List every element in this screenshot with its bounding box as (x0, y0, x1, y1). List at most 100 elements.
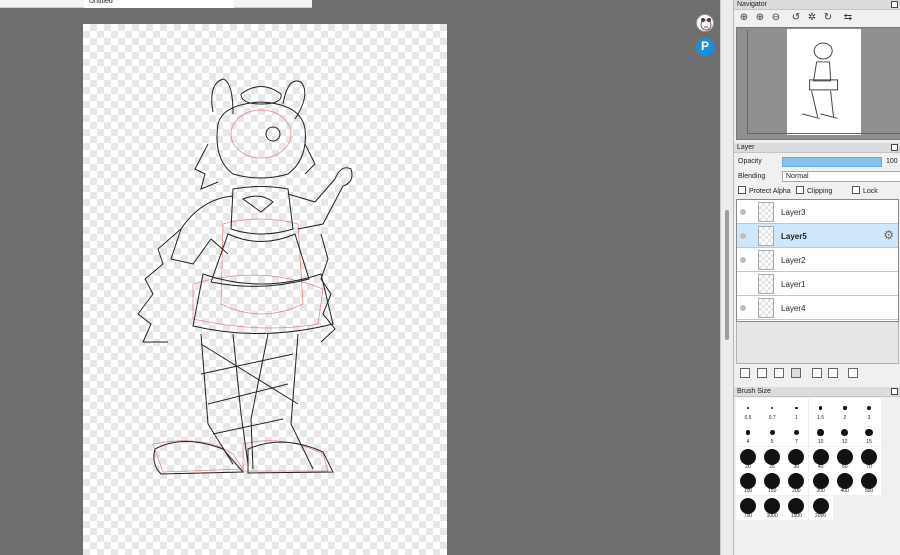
brush-size-cell[interactable]: 25 (760, 446, 785, 471)
brush-size-label: 400 (840, 488, 849, 495)
visibility-icon[interactable] (740, 257, 746, 263)
brush-size-cell[interactable]: 400 (832, 471, 857, 496)
brush-size-cell[interactable]: 15 (857, 422, 881, 447)
rotate-right-icon[interactable]: ↻ (822, 12, 834, 24)
brush-size-label: 1.5 (817, 415, 825, 421)
zoom-in-alt-icon[interactable]: ⊕ (754, 12, 766, 24)
brush-size-cell[interactable]: 4 (736, 422, 760, 447)
brush-size-label: 20 (745, 463, 751, 470)
canvas-workspace[interactable] (0, 8, 720, 555)
checkbox-box[interactable] (796, 186, 804, 194)
brush-size-label: 70 (866, 463, 872, 470)
brush-dot-icon (764, 473, 781, 490)
brush-size-label: 15 (866, 439, 872, 446)
navigator-preview[interactable] (736, 27, 900, 140)
checkbox-box[interactable] (852, 186, 860, 194)
brush-dot-icon (812, 473, 829, 490)
brush-size-cell[interactable]: 12 (832, 422, 857, 447)
layer-row[interactable]: Layer4 (737, 296, 898, 320)
navigator-viewport-frame[interactable] (747, 30, 900, 134)
pixiv-button[interactable]: P (696, 38, 714, 56)
brush-size-cell[interactable]: 1500 (784, 495, 809, 520)
protect-alpha-checkbox[interactable]: Protect Alpha (738, 186, 791, 196)
panel-pin-icon[interactable] (891, 1, 898, 8)
brush-size-cell[interactable]: 40 (808, 446, 833, 471)
brush-size-cell[interactable]: 3 (857, 398, 881, 422)
opacity-slider[interactable] (782, 157, 882, 167)
brush-dot-icon (764, 497, 781, 514)
user-avatar-button[interactable] (696, 14, 714, 32)
visibility-icon[interactable] (740, 233, 746, 239)
brush-size-cell[interactable]: 2000 (808, 495, 833, 520)
brush-size-label: 4 (746, 439, 750, 446)
brush-size-cell[interactable]: 5 (760, 422, 785, 447)
right-panel: Navigator ⊕ ⊕ ⊖ ↺ ✲ ↻ ⇆ Layer Opacity 10… (733, 0, 900, 555)
brush-dot-icon (764, 448, 781, 465)
brush-size-cell[interactable]: 70 (857, 446, 881, 471)
brush-dot-icon (812, 448, 829, 465)
layer-row[interactable]: Layer1 (737, 272, 898, 296)
zoom-in-icon[interactable]: ⊕ (738, 12, 750, 24)
brush-size-cell[interactable]: 200 (784, 471, 809, 496)
brush-size-cell[interactable]: 500 (857, 471, 881, 496)
blending-dropdown[interactable]: Normal (782, 171, 900, 182)
layer-thumbnail (758, 250, 774, 270)
layer-row[interactable]: Layer2 (737, 248, 898, 272)
new-layer-8bpp-icon[interactable] (757, 368, 767, 378)
brush-size-label: 700 (743, 512, 753, 519)
brush-size-cell[interactable]: 10 (808, 422, 833, 447)
panel-divider[interactable] (720, 0, 733, 555)
gear-icon[interactable]: ⚙ (883, 229, 894, 241)
canvas-paper[interactable] (83, 24, 447, 555)
panel-pin-icon[interactable] (891, 388, 898, 395)
layer-row[interactable]: Layer3 (737, 200, 898, 224)
brush-size-label: 1500 (790, 512, 802, 519)
checkbox-box[interactable] (738, 186, 746, 194)
brush-size-cell[interactable]: 1000 (760, 495, 785, 520)
lock-checkbox[interactable]: Lock (852, 186, 878, 196)
panel-pin-icon[interactable] (891, 144, 898, 151)
zoom-out-icon[interactable]: ⊖ (770, 12, 782, 24)
document-tab-strip: Untitled (0, 0, 312, 8)
brush-size-label: 2 (843, 415, 847, 421)
navigator-header: Navigator (734, 0, 900, 10)
brush-size-cell[interactable]: 100 (736, 471, 760, 496)
flip-icon[interactable]: ⇆ (842, 12, 854, 24)
brush-size-cell[interactable]: 0.5 (736, 398, 760, 422)
layer-row-selected[interactable]: Layer5 ⚙ (737, 224, 898, 248)
new-layer-1bpp-icon[interactable] (774, 368, 784, 378)
brush-size-cell[interactable]: 1 (784, 398, 809, 422)
visibility-icon[interactable] (740, 209, 746, 215)
brush-size-label: 2000 (815, 512, 827, 519)
merge-down-icon[interactable] (828, 368, 838, 378)
clipping-checkbox[interactable]: Clipping (796, 186, 832, 196)
brush-size-label: 200 (792, 488, 801, 495)
brush-size-cell[interactable]: 7 (784, 422, 809, 447)
brush-size-cell[interactable]: 0.7 (760, 398, 785, 422)
brush-size-cell[interactable]: 700 (736, 495, 760, 520)
brush-dot-icon (740, 473, 756, 490)
brush-size-cell[interactable]: 1.5 (808, 398, 833, 422)
brush-size-label: 25 (769, 463, 775, 470)
brush-size-cell[interactable]: 20 (736, 446, 760, 471)
brush-size-cell[interactable]: 30 (784, 446, 809, 471)
brush-size-label: 100 (743, 488, 753, 495)
brush-size-cell[interactable]: 150 (760, 471, 785, 496)
brush-size-cell[interactable]: 2 (832, 398, 857, 422)
brush-size-label: 150 (768, 488, 777, 495)
new-layer-icon[interactable] (740, 368, 750, 378)
layer-scrollbar-thumb[interactable] (725, 210, 729, 340)
reset-rotation-icon[interactable]: ✲ (806, 12, 818, 24)
brush-size-cell[interactable]: 50 (832, 446, 857, 471)
document-tab[interactable]: Untitled (84, 0, 234, 8)
layer-panel-title: Layer (737, 144, 755, 151)
visibility-icon[interactable] (740, 305, 746, 311)
layer-list-empty-area[interactable] (736, 322, 899, 364)
duplicate-layer-icon[interactable] (812, 368, 822, 378)
layer-thumbnail (758, 298, 774, 318)
brush-size-cell[interactable]: 300 (808, 471, 833, 496)
new-folder-icon[interactable] (791, 368, 801, 378)
visibility-icon[interactable] (740, 281, 746, 287)
delete-layer-icon[interactable] (848, 368, 858, 378)
rotate-left-icon[interactable]: ↺ (790, 12, 802, 24)
